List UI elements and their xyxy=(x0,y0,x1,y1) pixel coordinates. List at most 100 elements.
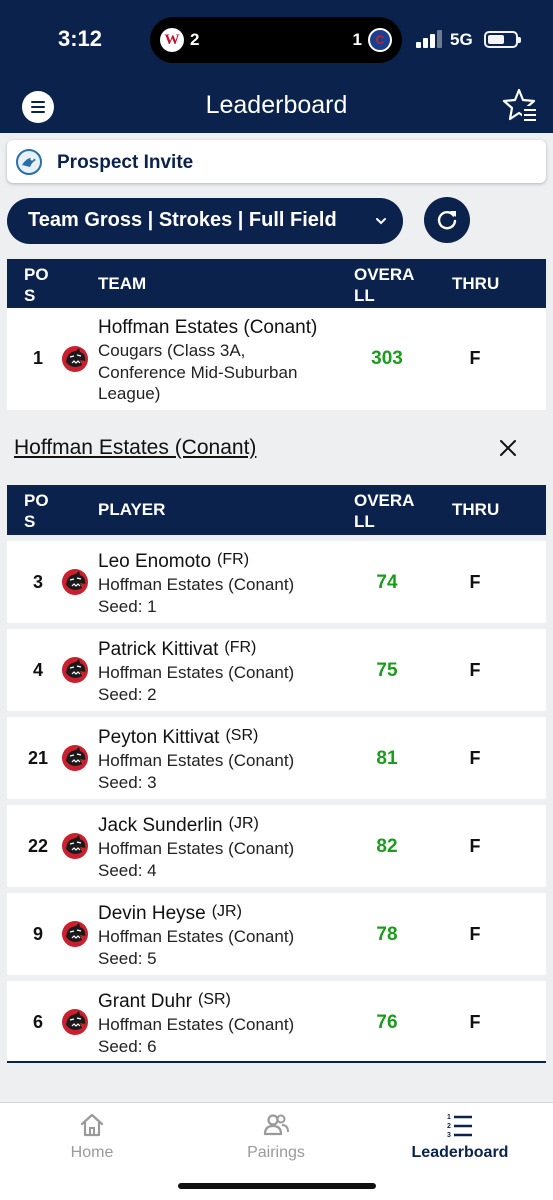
player-thru: F xyxy=(469,660,481,680)
cougar-logo-icon xyxy=(60,567,90,597)
tab-leaderboard[interactable]: 1 2 3 Leaderboard xyxy=(368,1103,552,1173)
player-team: Hoffman Estates (Conant) xyxy=(98,839,295,858)
cougar-logo-icon xyxy=(60,919,90,949)
player-overall: 82 xyxy=(376,836,398,857)
player-row[interactable]: 4 Patrick Kittivat (FR) Hoffman Estates (… xyxy=(7,629,546,711)
home-icon xyxy=(80,1113,104,1137)
team-detail-link[interactable]: Hoffman Estates (Conant) xyxy=(14,436,256,460)
player-class: (FR) xyxy=(217,551,250,568)
player-thru: F xyxy=(469,924,481,944)
header-pos: PO​S xyxy=(24,265,49,305)
svg-text:3: 3 xyxy=(447,1132,451,1139)
player-class: (SR) xyxy=(225,727,259,744)
cougar-logo-icon xyxy=(60,743,90,773)
tournament-banner[interactable]: Prospect Invite xyxy=(7,140,546,183)
live-activity-island[interactable]: W 2 1 C xyxy=(150,17,402,63)
header-overall: OVERA​LL xyxy=(354,265,415,305)
live-score-right: 1 xyxy=(352,30,362,49)
player-seed: Seed: 6 xyxy=(98,1037,157,1056)
table-bottom-divider xyxy=(7,1061,546,1063)
player-name: Grant Duhr (SR) xyxy=(98,991,231,1012)
cougar-logo-icon xyxy=(60,831,90,861)
header-thru: THRU xyxy=(452,500,500,519)
cougar-logo-icon xyxy=(60,655,90,685)
tab-pairings-label: Pairings xyxy=(247,1144,305,1161)
player-overall: 78 xyxy=(376,924,398,945)
player-overall: 81 xyxy=(376,748,398,769)
home-indicator[interactable] xyxy=(178,1183,376,1189)
player-overall: 74 xyxy=(376,572,398,593)
cougar-logo-icon xyxy=(60,1007,90,1037)
close-icon[interactable] xyxy=(496,436,520,460)
player-row[interactable]: 9 Devin Heyse (JR) Hoffman Estates (Conan… xyxy=(7,893,546,975)
player-team: Hoffman Estates (Conant) xyxy=(98,1015,295,1034)
tournament-name: Prospect Invite xyxy=(57,152,194,173)
player-team: Hoffman Estates (Conant) xyxy=(98,927,295,946)
refresh-button[interactable] xyxy=(424,197,470,243)
player-table-header: PO​S PLAYER OVERA​LL THRU xyxy=(7,485,546,535)
player-name: Peyton Kittivat (SR) xyxy=(98,727,259,748)
refresh-icon xyxy=(437,211,457,230)
cougar-logo-icon xyxy=(60,344,90,374)
tab-pairings[interactable]: Pairings xyxy=(184,1103,368,1173)
page-title: Leaderboard xyxy=(205,91,348,119)
tab-home[interactable]: Home xyxy=(0,1103,184,1173)
player-overall: 75 xyxy=(376,660,398,681)
header-thru: THRU xyxy=(452,274,500,293)
player-seed: Seed: 3 xyxy=(98,773,157,792)
network-type: 5G xyxy=(450,30,473,49)
player-class: (JR) xyxy=(211,903,242,920)
live-score-left: 2 xyxy=(190,30,200,49)
team-overall: 303 xyxy=(371,348,403,369)
player-seed: Seed: 5 xyxy=(98,949,157,968)
player-thru: F xyxy=(469,748,481,768)
header-overall: OVERA​LL xyxy=(354,491,415,531)
team-thru: F xyxy=(469,348,481,368)
tab-home-label: Home xyxy=(70,1144,114,1161)
leaderboard-list-icon: 1 2 3 xyxy=(447,1114,472,1139)
player-row[interactable]: 6 Grant Duhr (SR) Hoffman Estates (Conant… xyxy=(7,981,546,1063)
pairings-icon xyxy=(263,1114,289,1136)
nationals-logo-icon: W xyxy=(160,28,184,52)
player-class: (SR) xyxy=(197,991,231,1008)
chevron-down-icon xyxy=(376,218,386,225)
star-list-icon[interactable] xyxy=(502,88,538,124)
battery-icon xyxy=(484,31,521,48)
player-seed: Seed: 1 xyxy=(98,597,157,616)
player-team: Hoffman Estates (Conant) xyxy=(98,663,295,682)
header-player: PLAYER xyxy=(98,500,166,519)
player-team: Hoffman Estates (Conant) xyxy=(98,575,295,594)
player-seed: Seed: 2 xyxy=(98,685,157,704)
player-seed: Seed: 4 xyxy=(98,861,157,880)
player-thru: F xyxy=(469,572,481,592)
player-class: (FR) xyxy=(224,639,257,656)
tournament-logo-icon xyxy=(15,148,43,176)
player-thru: F xyxy=(469,836,481,856)
player-name: Jack Sunderlin (JR) xyxy=(98,815,259,836)
player-name: Patrick Kittivat (FR) xyxy=(98,639,257,660)
status-time: 3:12 xyxy=(58,26,103,51)
cellular-signal-icon xyxy=(416,30,442,48)
team-table-header: PO​S TEAM OVERA​LL THRU xyxy=(7,259,546,309)
app-header: 3:12 W 2 1 C 5G Leaderboard xyxy=(0,0,553,133)
filter-label: Team Gross | Strokes | Full Field xyxy=(28,209,337,231)
player-class: (JR) xyxy=(228,815,259,832)
player-name: Devin Heyse (JR) xyxy=(98,903,242,924)
team-name: Hoffman Estates (Conant) xyxy=(98,317,318,338)
leaderboard-filter-dropdown[interactable]: Team Gross | Strokes | Full Field xyxy=(7,198,403,244)
player-row[interactable]: 22 Jack Sunderlin (JR) Hoffman Estates (C… xyxy=(7,805,546,887)
player-name: Leo Enomoto (FR) xyxy=(98,551,250,572)
header-team: TEAM xyxy=(98,274,147,293)
player-row[interactable]: 3 Leo Enomoto (FR) Hoffman Estates (Conan… xyxy=(7,541,546,623)
header-pos: PO​S xyxy=(24,491,49,531)
svg-text:1: 1 xyxy=(447,1114,451,1121)
svg-text:2: 2 xyxy=(447,1123,451,1130)
tab-leaderboard-label: Leaderboard xyxy=(411,1144,509,1161)
team-subtitle: Cougars (Class 3A, Conference Mid-Suburb… xyxy=(98,341,298,403)
team-row[interactable]: 1 Hoffman Estates (Conant) Cougars (Clas… xyxy=(7,308,546,410)
player-thru: F xyxy=(469,1012,481,1032)
player-team: Hoffman Estates (Conant) xyxy=(98,751,295,770)
player-overall: 76 xyxy=(376,1012,398,1033)
player-row[interactable]: 21 Peyton Kittivat (SR) Hoffman Estates (… xyxy=(7,717,546,799)
cubs-logo-icon: C xyxy=(368,28,392,52)
